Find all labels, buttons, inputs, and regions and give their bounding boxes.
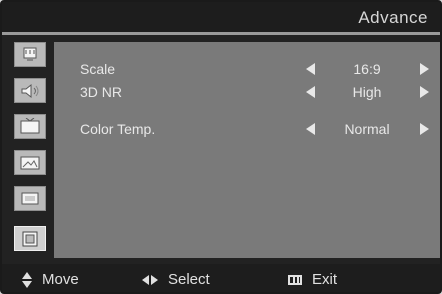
osd-menu: Advance Scale 16:9 3D NR High Color Temp… <box>0 0 442 294</box>
footer-select-hint: Select <box>142 271 210 288</box>
setting-label: 3D NR <box>80 84 123 100</box>
sidebar <box>8 42 48 254</box>
speaker-icon <box>21 83 39 98</box>
setting-row-color-temp[interactable]: Color Temp. Normal <box>54 118 440 140</box>
arrow-left-icon[interactable] <box>306 123 315 135</box>
picture-icon <box>20 156 40 169</box>
exit-label: Exit <box>312 271 338 288</box>
setting-value: High <box>352 84 382 100</box>
arrow-left-icon[interactable] <box>306 63 315 75</box>
settings-panel: Scale 16:9 3D NR High Color Temp. Normal <box>54 42 440 258</box>
sidebar-item-tv[interactable] <box>14 114 46 139</box>
setting-row-3d-nr[interactable]: 3D NR High <box>54 81 440 103</box>
select-label: Select <box>168 271 210 288</box>
sidebar-item-advance[interactable] <box>14 226 46 251</box>
arrow-right-icon[interactable] <box>420 123 429 135</box>
advance-icon <box>22 231 38 246</box>
setting-value: 16:9 <box>353 61 381 77</box>
setting-label: Scale <box>80 61 116 77</box>
setting-row-scale[interactable]: Scale 16:9 <box>54 58 440 80</box>
up-down-arrow-icon <box>22 271 32 288</box>
sidebar-item-screen[interactable] <box>14 186 46 211</box>
menu-title: Advance <box>358 8 428 27</box>
menu-button-icon <box>288 274 302 285</box>
sidebar-item-picture[interactable] <box>14 150 46 175</box>
ethernet-icon <box>23 47 37 61</box>
arrow-left-icon[interactable] <box>306 86 315 98</box>
footer-move-hint: Move <box>22 271 79 288</box>
arrow-right-icon[interactable] <box>420 63 429 75</box>
header-divider <box>2 32 440 35</box>
tv-icon <box>20 117 40 133</box>
arrow-right-icon[interactable] <box>420 86 429 98</box>
sidebar-item-audio[interactable] <box>14 78 46 103</box>
setting-label: Color Temp. <box>80 121 156 137</box>
screen-icon <box>21 192 39 204</box>
setting-value: Normal <box>344 121 390 137</box>
sidebar-item-network[interactable] <box>14 42 46 67</box>
footer-bar: Move Select Exit <box>2 264 440 292</box>
move-label: Move <box>42 271 79 288</box>
footer-exit-hint: Exit <box>288 271 337 288</box>
left-right-arrow-icon <box>142 274 158 285</box>
header-bar: Advance <box>2 2 440 35</box>
